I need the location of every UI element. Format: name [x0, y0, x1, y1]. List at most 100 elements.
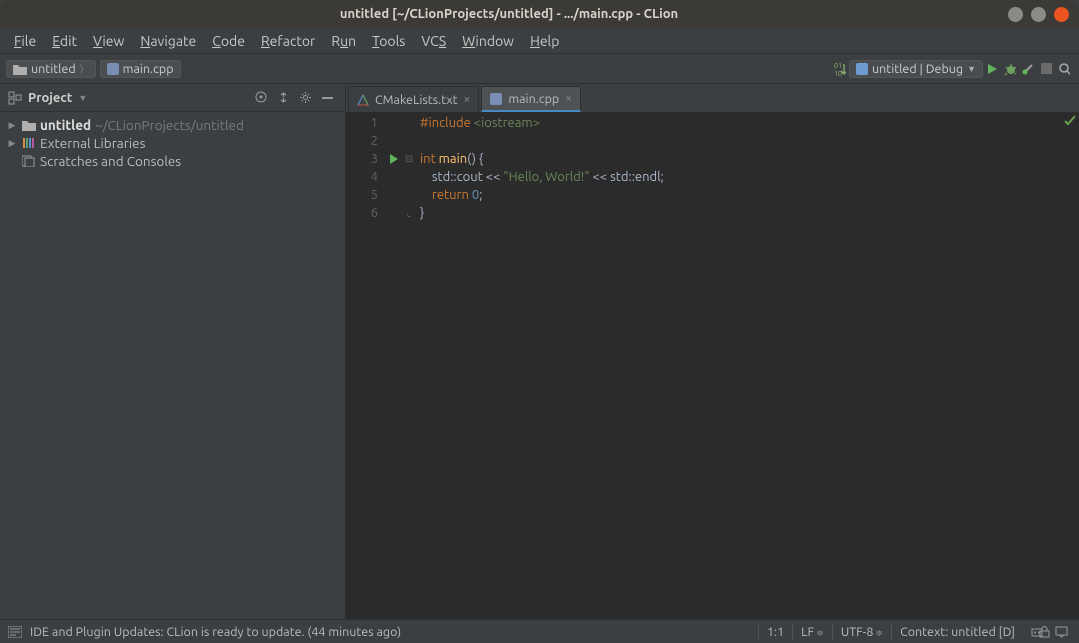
run-button[interactable]: [983, 63, 1001, 75]
memory-indicator-icon[interactable]: [1023, 626, 1039, 638]
project-structure-icon: [8, 91, 22, 105]
menu-bar: File Edit View Navigate Code Refactor Ru…: [0, 28, 1079, 54]
line-number: 2: [346, 132, 378, 150]
run-configuration-label: untitled | Debug: [872, 62, 963, 76]
menu-help[interactable]: Help: [522, 30, 567, 52]
scratches-node[interactable]: ▶ Scratches and Consoles: [0, 152, 345, 170]
lock-icon[interactable]: [1039, 626, 1055, 638]
code-token: [420, 188, 432, 202]
hide-tool-window-icon[interactable]: [321, 91, 337, 104]
tab-cmakelists-label: CMakeLists.txt: [375, 93, 458, 107]
cmake-file-icon: [357, 94, 369, 106]
tab-main-cpp[interactable]: main.cpp ×: [481, 86, 581, 112]
line-number: 5: [346, 186, 378, 204]
editor-area: CMakeLists.txt × main.cpp × 1 2 3 4 5 6: [346, 84, 1079, 619]
chevron-right-icon: 〉: [80, 62, 89, 75]
inspection-ok-icon[interactable]: [1063, 114, 1077, 128]
code-token: return: [432, 188, 472, 202]
status-context[interactable]: Context: untitled [D]: [891, 625, 1023, 639]
close-tab-icon[interactable]: ×: [565, 92, 572, 105]
notifications-icon[interactable]: [1055, 625, 1071, 638]
external-libraries-label: External Libraries: [40, 135, 145, 151]
settings-icon[interactable]: [299, 91, 315, 104]
project-tree[interactable]: ▶ untitled ~/CLionProjects/untitled ▶ Ex…: [0, 112, 345, 174]
project-tool-window: Project ▼ ▶ untitled ~/CLionProjects/unt…: [0, 84, 346, 619]
code-token: std::cout <<: [420, 170, 503, 184]
breadcrumb-project[interactable]: untitled 〉: [6, 60, 96, 78]
maximize-button[interactable]: [1031, 7, 1046, 22]
project-tool-window-title: Project: [28, 91, 72, 105]
code-token: }: [420, 206, 424, 220]
fold-open-icon[interactable]: ⊟: [402, 150, 416, 168]
menu-edit[interactable]: Edit: [44, 30, 85, 52]
line-number: 4: [346, 168, 378, 186]
minimize-button[interactable]: [1008, 7, 1023, 22]
editor-tabs: CMakeLists.txt × main.cpp ×: [346, 84, 1079, 112]
status-bar: IDE and Plugin Updates: CLion is ready t…: [0, 619, 1079, 643]
close-button[interactable]: [1054, 7, 1069, 22]
menu-file[interactable]: File: [6, 30, 44, 52]
code-token: << std::endl;: [590, 170, 664, 184]
code-content[interactable]: #include <iostream> int main() { std::co…: [416, 112, 664, 619]
line-number-gutter[interactable]: 1 2 3 4 5 6: [346, 112, 386, 619]
status-message[interactable]: IDE and Plugin Updates: CLion is ready t…: [30, 625, 401, 639]
project-root-name: untitled: [40, 117, 91, 133]
close-tab-icon[interactable]: ×: [464, 93, 471, 106]
external-libraries-node[interactable]: ▶ External Libraries: [0, 134, 345, 152]
status-log-icon[interactable]: [8, 626, 24, 638]
stop-button[interactable]: [1037, 63, 1055, 74]
libraries-icon: [22, 136, 36, 150]
breadcrumb-file-label: main.cpp: [123, 62, 174, 76]
collapse-all-icon[interactable]: [277, 91, 293, 104]
attach-button[interactable]: [1019, 63, 1037, 75]
project-root-node[interactable]: ▶ untitled ~/CLionProjects/untitled: [0, 116, 345, 134]
project-root-path: ~/CLionProjects/untitled: [95, 117, 244, 133]
project-tool-window-header: Project ▼: [0, 84, 345, 112]
chevron-down-icon: ▼: [967, 64, 976, 74]
fold-close-icon[interactable]: ⌞: [402, 204, 416, 222]
expand-arrow-icon[interactable]: ▶: [6, 138, 18, 149]
menu-refactor[interactable]: Refactor: [253, 30, 323, 52]
debug-button[interactable]: [1001, 62, 1019, 76]
run-gutter-icon[interactable]: [386, 150, 402, 168]
line-number: 1: [346, 114, 378, 132]
window-title: untitled [~/CLionProjects/untitled] - ..…: [10, 7, 1008, 21]
code-token: main: [439, 152, 467, 166]
svg-text:10: 10: [834, 70, 842, 77]
status-caret-position[interactable]: 1:1: [758, 625, 792, 639]
menu-code[interactable]: Code: [204, 30, 253, 52]
code-token: () {: [467, 152, 483, 166]
folder-icon: [22, 119, 36, 131]
menu-view[interactable]: View: [85, 30, 132, 52]
window-controls: [1008, 7, 1069, 22]
code-token: #include: [420, 116, 471, 130]
menu-tools[interactable]: Tools: [364, 30, 413, 52]
project-view-dropdown[interactable]: ▼: [78, 93, 87, 103]
tab-cmakelists[interactable]: CMakeLists.txt ×: [348, 86, 479, 112]
breadcrumb-project-label: untitled: [31, 62, 76, 76]
folder-icon: [13, 63, 27, 75]
code-token: int: [420, 152, 439, 166]
menu-window[interactable]: Window: [454, 30, 522, 52]
locate-file-icon[interactable]: [255, 91, 271, 104]
code-token: <iostream>: [471, 116, 540, 130]
status-line-separator[interactable]: LF ≑: [792, 625, 832, 639]
menu-vcs[interactable]: VCS: [413, 30, 454, 52]
titlebar: untitled [~/CLionProjects/untitled] - ..…: [0, 0, 1079, 28]
fold-gutter: ⊟ ⌞: [402, 112, 416, 619]
breadcrumb-file[interactable]: main.cpp: [100, 60, 181, 78]
search-everywhere-button[interactable]: [1055, 62, 1073, 76]
status-encoding[interactable]: UTF-8 ≑: [832, 625, 891, 639]
menu-navigate[interactable]: Navigate: [132, 30, 204, 52]
scratches-label: Scratches and Consoles: [40, 153, 181, 169]
menu-run[interactable]: Run: [323, 30, 364, 52]
line-number: 3: [346, 150, 378, 168]
code-editor[interactable]: 1 2 3 4 5 6 ⊟ ⌞ #include <iostream> int …: [346, 112, 1079, 619]
scratches-icon: [22, 155, 36, 167]
line-number: 6: [346, 204, 378, 222]
code-token: "Hello, World!": [503, 170, 589, 184]
expand-arrow-icon[interactable]: ▶: [6, 120, 18, 131]
navigation-bar: untitled 〉 main.cpp 0110 untitled | Debu…: [0, 54, 1079, 84]
run-configuration-selector[interactable]: untitled | Debug ▼: [849, 60, 983, 78]
toggle-build-icon[interactable]: 0110: [831, 61, 849, 77]
